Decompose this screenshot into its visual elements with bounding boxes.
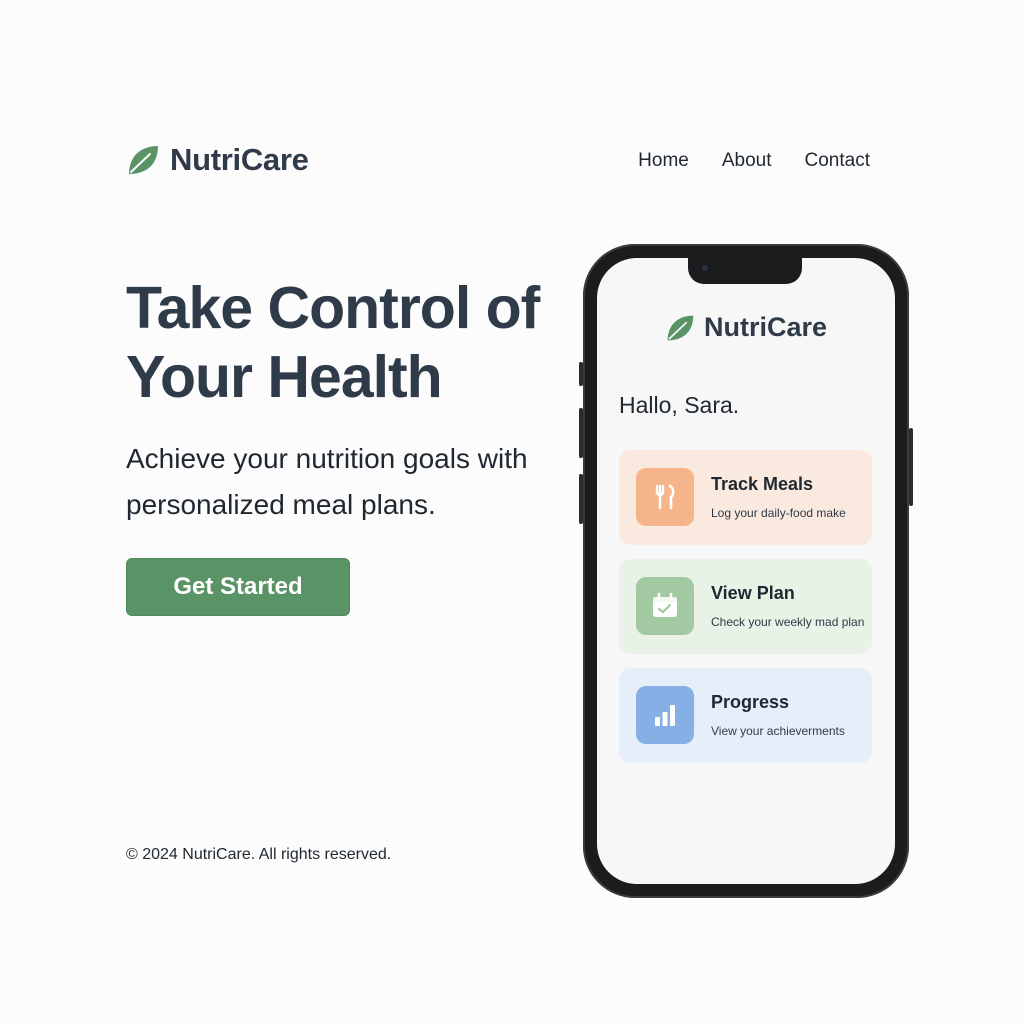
phone-side-button	[579, 362, 583, 386]
nav-contact-link[interactable]: Contact	[805, 150, 870, 172]
camera-icon	[702, 265, 708, 271]
card-description: Log your daily-food make	[711, 506, 846, 520]
phone-screen: NutriCare Hallo, Sara. Track Meals Log y…	[597, 258, 895, 884]
phone-notch	[688, 258, 802, 284]
fork-knife-icon	[636, 468, 694, 526]
calendar-icon	[636, 577, 694, 635]
card-description: Check your weekly mad plan	[711, 615, 865, 629]
leaf-icon	[129, 146, 158, 174]
nav-about-link[interactable]: About	[722, 150, 772, 172]
brand-name: NutriCare	[170, 142, 309, 177]
main-nav: Home About Contact	[638, 150, 870, 172]
card-title: View Plan	[711, 583, 795, 603]
get-started-button[interactable]: Get Started	[126, 558, 350, 616]
progress-card[interactable]: Progress View your achieverments	[619, 668, 872, 763]
app-brand-logo: NutriCare	[597, 312, 895, 343]
phone-mockup: NutriCare Hallo, Sara. Track Meals Log y…	[579, 244, 913, 898]
app-brand-name: NutriCare	[703, 312, 828, 342]
view-plan-card[interactable]: View Plan Check your weekly mad plan	[619, 559, 872, 654]
brand-logo[interactable]: NutriCare	[126, 142, 309, 178]
leaf-icon	[667, 315, 694, 340]
calendar-icon	[653, 592, 677, 617]
phone-side-button	[579, 474, 583, 524]
bar-chart-icon	[655, 705, 675, 726]
hero-subtitle: Achieve your nutrition goals with person…	[126, 443, 528, 520]
bar-chart-icon	[636, 686, 694, 744]
card-title: Progress	[711, 692, 790, 712]
hero-title: Take Control of Your Health	[126, 275, 540, 410]
footer-copyright: © 2024 NutriCare. All rights reserved.	[126, 846, 392, 863]
phone-side-button	[909, 428, 913, 506]
card-description: View your achieverments	[711, 724, 845, 738]
card-title: Track Meals	[711, 474, 814, 494]
greeting-text: Hallo, Sara.	[619, 392, 740, 418]
phone-side-button	[579, 408, 583, 458]
fork-knife-icon	[655, 484, 675, 510]
nav-home-link[interactable]: Home	[638, 150, 689, 172]
track-meals-card[interactable]: Track Meals Log your daily-food make	[619, 450, 872, 545]
